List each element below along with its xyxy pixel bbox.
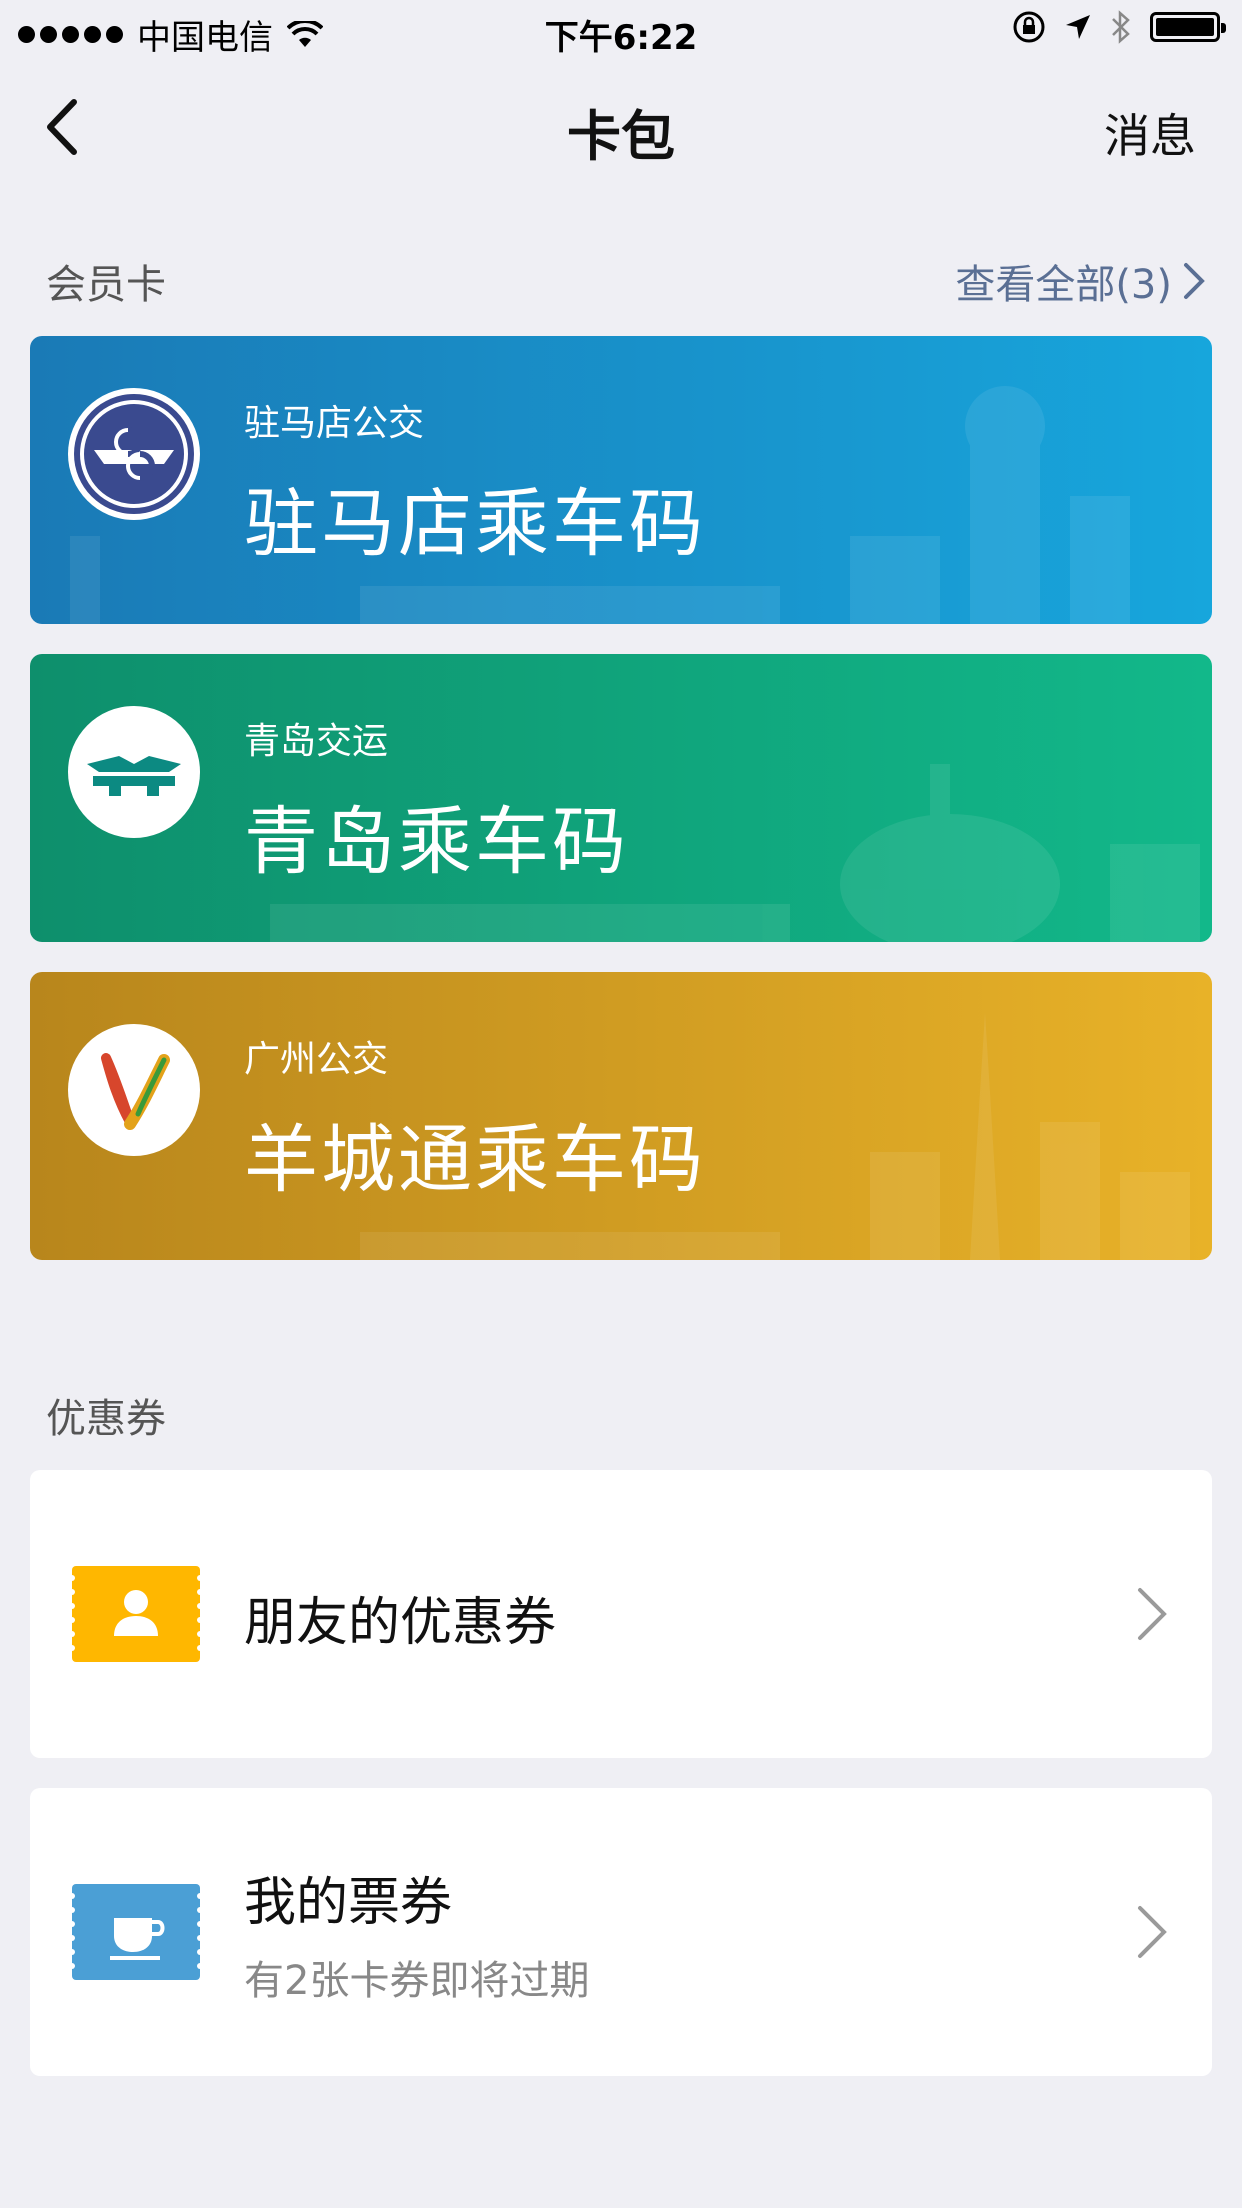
battery-icon [1150,12,1226,42]
chevron-right-icon [1138,1588,1167,1640]
card-title: 青岛乘车码 [244,799,629,885]
navigation-bar: 卡包 消息 [0,62,1242,192]
qingdao-transit-logo-icon [68,706,200,838]
page-title: 卡包 [567,105,675,168]
chevron-right-icon [1184,263,1205,299]
card-issuer: 驻马店公交 [244,403,425,444]
coffee-cup-icon [72,1884,200,1980]
membership-card-qingdao[interactable]: 青岛交运 青岛乘车码 [30,654,1212,942]
ticket-expiry-notice: 有2张卡券即将过期 [244,1958,590,2004]
membership-card-guangzhou[interactable]: 广州公交 羊城通乘车码 [30,972,1212,1260]
ticket-title: 我的票券 [244,1873,453,1933]
my-tickets-row[interactable]: 我的票券 有2张卡券即将过期 [30,1788,1212,2076]
view-all-link[interactable]: 查看全部(3) [955,252,1206,310]
messages-button[interactable]: 消息 [1104,100,1196,166]
coupons-section-label: 优惠券 [46,1396,166,1442]
chevron-right-icon [1138,1906,1167,1958]
friend-coupons-row[interactable]: 朋友的优惠券 [30,1470,1212,1758]
card-issuer: 青岛交运 [244,721,389,762]
location-arrow-icon [1066,15,1090,39]
card-issuer: 广州公交 [244,1039,389,1080]
view-all-label: 查看全部(3) [955,262,1172,308]
orientation-lock-icon [1013,11,1045,43]
membership-card-zhumadian[interactable]: 驻马店公交 驻马店乘车码 [30,336,1212,624]
yangchengtong-logo-icon [68,1024,200,1156]
bluetooth-icon [1112,10,1130,44]
friend-coupon-icon [72,1566,200,1662]
card-title: 驻马店乘车码 [244,481,706,567]
coupon-title: 朋友的优惠券 [244,1593,557,1653]
membership-section-label: 会员卡 [46,262,166,308]
zhumadian-bus-logo-icon [68,388,200,520]
card-title: 羊城通乘车码 [244,1117,706,1203]
status-bar: 中国电信 下午6:22 [0,0,1242,62]
